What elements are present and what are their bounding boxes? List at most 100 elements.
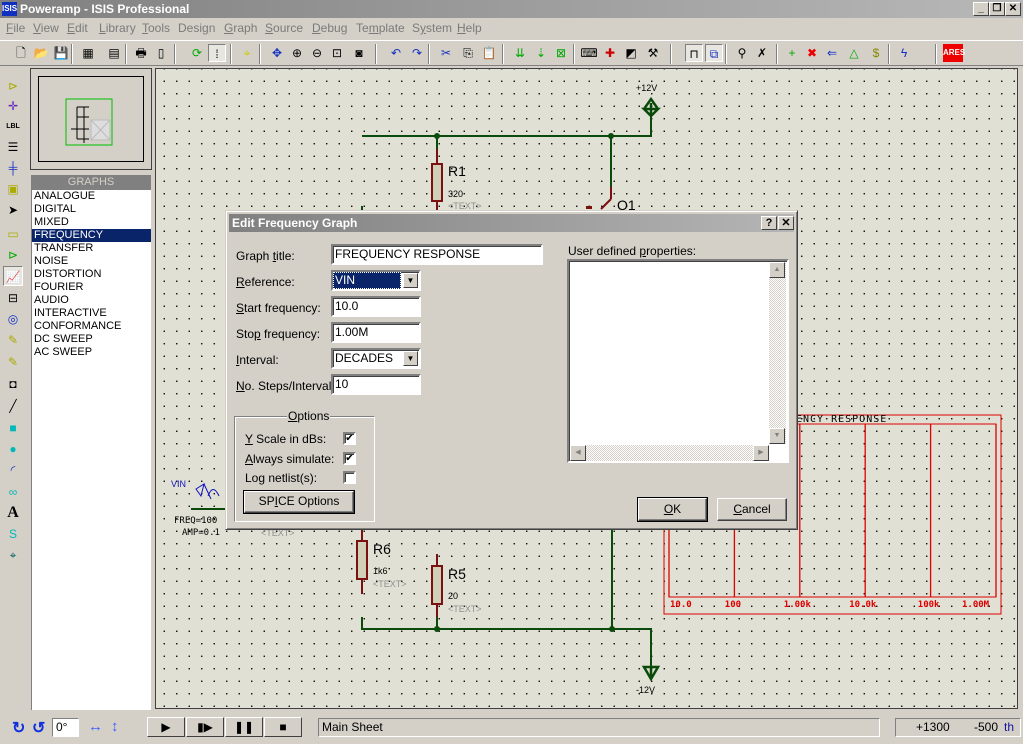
zoom-all-icon[interactable]: ⊡ — [328, 44, 346, 62]
open-folder-icon[interactable]: 📂 — [32, 44, 50, 62]
goto-sheet-icon[interactable]: ✖ — [803, 44, 821, 62]
graph-type-item[interactable]: MIXED — [32, 216, 151, 229]
y-scale-db-checkbox[interactable]: ✔ — [343, 432, 356, 445]
block-move-icon[interactable]: ⇣ — [532, 44, 550, 62]
block-copy-icon[interactable]: ⇊ — [511, 44, 529, 62]
menu-template[interactable]: Template — [356, 20, 405, 36]
print-icon[interactable]: 🖶 — [132, 44, 150, 62]
menu-design[interactable]: Design — [178, 20, 215, 36]
scroll-left-icon[interactable]: ◀ — [570, 445, 586, 461]
symbol-tool-icon[interactable]: S — [3, 524, 23, 544]
bill-of-materials-icon[interactable]: $ — [867, 44, 885, 62]
graph-type-item[interactable]: DIGITAL — [32, 203, 151, 216]
line-tool-icon[interactable]: ╱ — [3, 396, 23, 416]
stop-button[interactable]: ■ — [264, 717, 302, 737]
subcircuit-tool-icon[interactable]: ▣ — [3, 179, 23, 199]
zoom-area-icon[interactable]: ◙ — [350, 44, 368, 62]
new-file-icon[interactable]: 🗋 — [12, 44, 30, 62]
menu-system[interactable]: System — [412, 20, 452, 36]
junction-tool-icon[interactable]: ✛ — [3, 96, 23, 116]
exit-to-parent-icon[interactable]: ⇐ — [823, 44, 841, 62]
stop-frequency-input[interactable]: 1.00M — [331, 322, 421, 343]
arc-tool-icon[interactable]: ◜ — [3, 460, 23, 480]
always-simulate-checkbox[interactable]: ✔ — [343, 452, 356, 465]
terminal-tool-icon[interactable]: ▭ — [3, 224, 23, 244]
graph-type-item[interactable]: AC SWEEP — [32, 346, 151, 359]
menu-graph[interactable]: Graph — [224, 20, 257, 36]
zoom-in-icon[interactable]: ⊕ — [288, 44, 306, 62]
import-section-icon[interactable]: ▦ — [79, 44, 97, 62]
selection-tool-icon[interactable]: ➤ — [3, 200, 23, 220]
menu-source[interactable]: Source — [265, 20, 303, 36]
zoom-out-icon[interactable]: ⊖ — [308, 44, 326, 62]
refresh-icon[interactable]: ⟳ — [188, 44, 206, 62]
block-delete-icon[interactable]: ⊠ — [552, 44, 570, 62]
text-script-tool-icon[interactable]: ☰ — [3, 137, 23, 157]
user-properties-textarea[interactable]: ▲ ▼ ◀ ▶ — [567, 259, 789, 463]
menu-edit[interactable]: Edit — [67, 20, 88, 36]
voltage-probe-tool-icon[interactable]: ✎ — [3, 330, 23, 350]
graph-type-item[interactable]: DC SWEEP — [32, 333, 151, 346]
ok-button[interactable]: OK — [637, 497, 708, 522]
menu-tools[interactable]: Tools — [142, 20, 170, 36]
copy-icon[interactable]: ⎘ — [459, 44, 477, 62]
decompose-icon[interactable]: ⚒ — [644, 44, 662, 62]
origin-icon[interactable]: ⌖ — [238, 44, 256, 62]
redo-icon[interactable]: ↷ — [408, 44, 426, 62]
undo-icon[interactable]: ↶ — [387, 44, 405, 62]
marker-tool-icon[interactable]: ⌖ — [3, 545, 23, 565]
bus-tool-icon[interactable]: ╪ — [3, 158, 23, 178]
save-icon[interactable]: 💾 — [52, 44, 70, 62]
graph-type-item[interactable]: NOISE — [32, 255, 151, 268]
menu-help[interactable]: Help — [457, 20, 482, 36]
text-tool-icon[interactable]: A — [3, 503, 23, 523]
graph-type-item[interactable]: INTERACTIVE — [32, 307, 151, 320]
menu-debug[interactable]: Debug — [312, 20, 347, 36]
virtual-instrument-tool-icon[interactable]: ◘ — [3, 374, 23, 394]
current-probe-tool-icon[interactable]: ✎ — [3, 352, 23, 372]
path-tool-icon[interactable]: ∞ — [3, 482, 23, 502]
graph-type-item[interactable]: AUDIO — [32, 294, 151, 307]
menu-library[interactable]: Library — [99, 20, 136, 36]
rotate-anticlockwise-icon[interactable]: ↺ — [32, 718, 45, 738]
scroll-down-icon[interactable]: ▼ — [769, 428, 785, 444]
graph-type-item[interactable]: ANALOGUE — [32, 190, 151, 203]
help-button[interactable]: ? — [761, 216, 777, 230]
steps-input[interactable]: 10 — [331, 374, 421, 395]
scroll-right-icon[interactable]: ▶ — [753, 445, 769, 461]
paste-icon[interactable]: 📋 — [480, 44, 498, 62]
interval-select[interactable]: DECADES ▼ — [331, 348, 421, 369]
restore-button[interactable]: ❐ — [989, 2, 1005, 16]
dialog-close-button[interactable]: ✕ — [778, 216, 794, 230]
cancel-button[interactable]: Cancel — [717, 498, 787, 521]
graph-title-input[interactable]: FREQUENCY RESPONSE — [331, 244, 543, 265]
menu-file[interactable]: File — [6, 20, 25, 36]
spice-options-button[interactable]: SPICE Options — [243, 490, 355, 514]
dropdown-arrow-icon[interactable]: ▼ — [403, 351, 418, 366]
scroll-up-icon[interactable]: ▲ — [769, 262, 785, 278]
make-device-icon[interactable]: ✚ — [601, 44, 619, 62]
netlist-to-ares-icon[interactable] — [915, 44, 933, 62]
rotate-clockwise-icon[interactable]: ↻ — [12, 718, 25, 738]
graph-type-item[interactable]: FREQUENCY — [32, 229, 151, 242]
circle-tool-icon[interactable]: ● — [3, 439, 23, 459]
component-tool-icon[interactable]: ⊳ — [3, 76, 23, 96]
wire-label-tool-icon[interactable]: LBL — [3, 117, 23, 137]
play-button[interactable]: ▶ — [147, 717, 185, 737]
new-sheet-icon[interactable]: ✗ — [753, 44, 771, 62]
menu-view[interactable]: View — [33, 20, 59, 36]
box-tool-icon[interactable]: ■ — [3, 418, 23, 438]
grid-toggle-icon[interactable]: ⁞ — [208, 44, 226, 62]
graphs-list[interactable]: ANALOGUE DIGITAL MIXED FREQUENCY TRANSFER NOI… — [31, 190, 151, 710]
rotation-input[interactable]: 0° — [52, 718, 79, 737]
package-tool-icon[interactable]: ◩ — [622, 44, 640, 62]
overview-window[interactable] — [30, 68, 152, 170]
search-tag-icon[interactable]: ⧉ — [705, 44, 723, 62]
electrical-rule-check-icon[interactable]: ϟ — [895, 44, 913, 62]
graph-type-item[interactable]: DISTORTION — [32, 268, 151, 281]
mirror-vertical-icon[interactable]: ↕ — [111, 718, 119, 735]
step-button[interactable]: ▮▶ — [186, 717, 224, 737]
ares-icon[interactable]: ARES — [943, 44, 965, 62]
minimize-button[interactable]: _ — [973, 2, 989, 16]
wire-autorouter-icon[interactable]: ⊓ — [685, 44, 703, 62]
